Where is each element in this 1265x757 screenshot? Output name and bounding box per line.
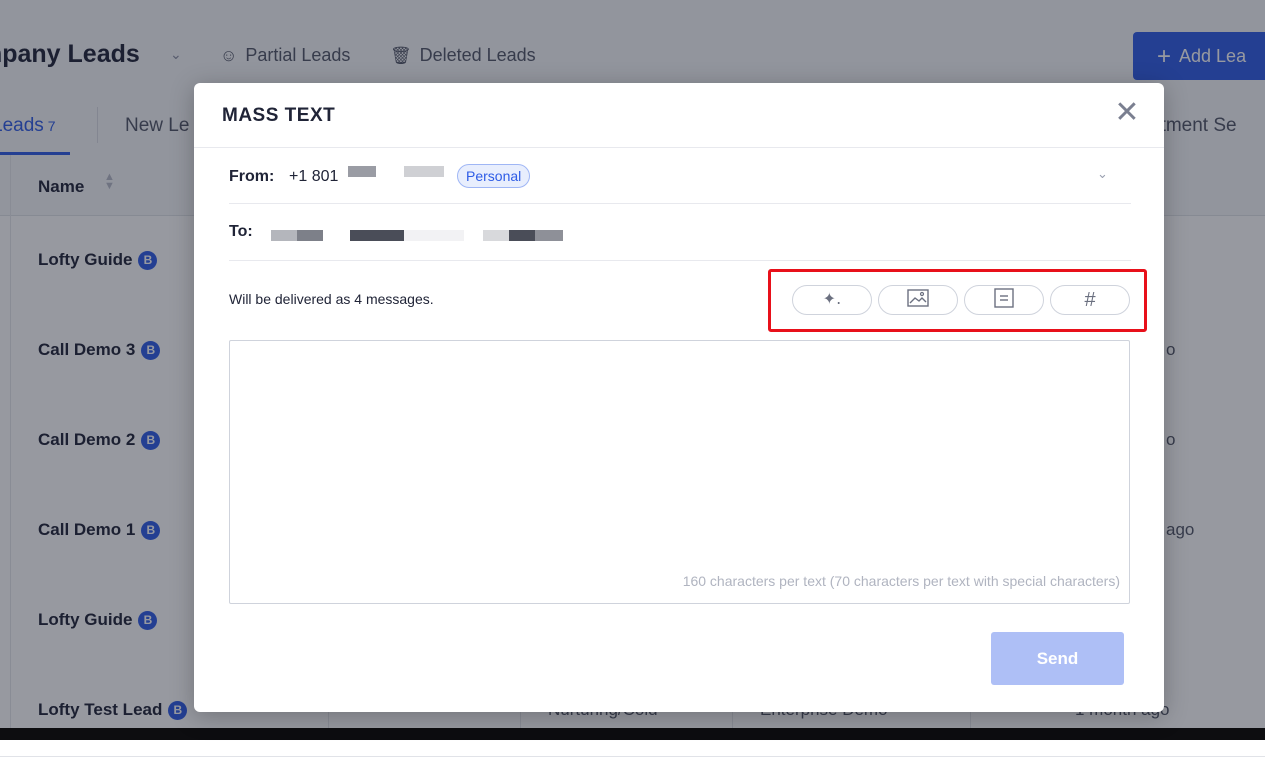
delivery-note: Will be delivered as 4 messages.	[229, 291, 434, 307]
ai-assist-button[interactable]: ✦․	[792, 285, 872, 315]
screen-bottom-bar	[0, 728, 1265, 740]
redacted-recipient	[404, 230, 464, 241]
insert-variable-button[interactable]: #	[1050, 285, 1130, 315]
message-textarea[interactable]: 160 characters per text (70 characters p…	[229, 340, 1130, 604]
from-field[interactable]: From: +1 801 Personal ⌄	[229, 148, 1131, 204]
redacted-text	[348, 166, 376, 177]
redacted-recipient	[535, 230, 563, 241]
redacted-recipient	[509, 230, 535, 241]
mass-text-dialog: MASS TEXT ✕ From: +1 801 Personal ⌄ To: …	[194, 83, 1164, 712]
hashtag-icon: #	[1084, 289, 1096, 311]
redacted-recipient	[271, 230, 297, 241]
chevron-down-icon[interactable]: ⌄	[1097, 166, 1108, 182]
send-button[interactable]: Send	[991, 632, 1124, 685]
from-number: +1 801	[289, 168, 339, 185]
redacted-recipient	[350, 230, 404, 241]
sparkle-icon: ✦․	[822, 291, 842, 308]
redacted-text	[404, 166, 444, 177]
insert-template-button[interactable]	[964, 285, 1044, 315]
redacted-recipient	[483, 230, 509, 241]
redacted-recipient	[297, 230, 323, 241]
insert-image-button[interactable]	[878, 285, 958, 315]
to-label: To:	[229, 223, 253, 240]
from-label: From:	[229, 168, 275, 185]
character-limit-hint: 160 characters per text (70 characters p…	[682, 573, 1120, 589]
close-icon[interactable]: ✕	[1112, 98, 1142, 129]
line-type-chip: Personal	[457, 164, 531, 188]
dialog-title: MASS TEXT	[222, 105, 336, 126]
image-icon	[907, 289, 929, 307]
to-field[interactable]: To:	[229, 205, 1131, 261]
highlight-box: ✦․ #	[768, 269, 1147, 332]
template-icon	[994, 288, 1014, 308]
dialog-header: MASS TEXT ✕	[194, 83, 1164, 148]
